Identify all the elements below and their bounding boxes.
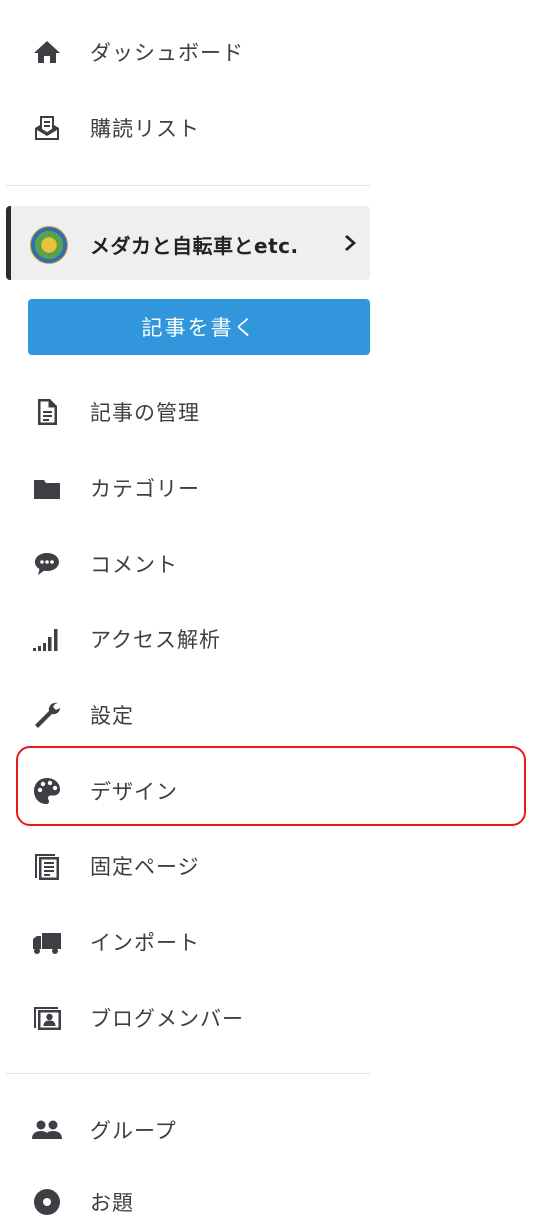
nav-label: 固定ページ (90, 855, 200, 879)
nav-label: カテゴリー (90, 477, 200, 501)
comment-icon (30, 547, 64, 581)
nav-item-members[interactable]: ブログメンバー (0, 998, 370, 1038)
chevron-right-icon (340, 232, 362, 254)
nav-item-analytics[interactable]: アクセス解析 (0, 619, 370, 659)
document-icon (30, 395, 64, 429)
nav-label: 記事の管理 (90, 401, 200, 425)
nav-label: お題 (90, 1191, 134, 1215)
subscription-icon (30, 111, 64, 145)
nav-label: アクセス解析 (90, 628, 221, 652)
blog-avatar (30, 226, 68, 264)
nav-item-subscriptions[interactable]: 購読リスト (0, 108, 370, 148)
folder-icon (30, 471, 64, 505)
nav-item-comments[interactable]: コメント (0, 544, 370, 584)
signal-bars-icon (30, 622, 64, 656)
nav-label: グループ (90, 1119, 177, 1143)
nav-label: インポート (90, 931, 200, 955)
highlight-annotation (16, 746, 526, 826)
nav-item-pages[interactable]: 固定ページ (0, 846, 370, 886)
topic-icon (30, 1185, 64, 1219)
nav-label: ブログメンバー (90, 1007, 244, 1031)
group-icon (30, 1113, 64, 1147)
nav-item-settings[interactable]: 設定 (0, 695, 370, 735)
divider (6, 1073, 370, 1074)
nav-label: コメント (90, 553, 178, 577)
nav-item-categories[interactable]: カテゴリー (0, 468, 370, 508)
nav-label: 購読リスト (90, 117, 200, 141)
nav-item-topics[interactable]: お題 (0, 1182, 370, 1222)
members-icon (30, 1001, 64, 1035)
nav-item-articles[interactable]: 記事の管理 (0, 392, 370, 432)
divider (6, 185, 370, 186)
blog-selector[interactable]: メダカと自転車とetc. (6, 206, 370, 280)
nav-item-groups[interactable]: グループ (0, 1110, 370, 1150)
home-icon (30, 35, 64, 69)
nav-item-import[interactable]: インポート (0, 922, 370, 962)
nav-label: 設定 (90, 704, 134, 728)
truck-icon (30, 925, 64, 959)
active-indicator (6, 206, 11, 280)
pages-icon (30, 849, 64, 883)
blog-name: メダカと自転車とetc. (90, 234, 299, 258)
write-article-button[interactable]: 記事を書く (28, 299, 370, 355)
nav-item-dashboard[interactable]: ダッシュボード (0, 32, 370, 72)
nav-label: ダッシュボード (90, 41, 244, 65)
wrench-icon (30, 698, 64, 732)
